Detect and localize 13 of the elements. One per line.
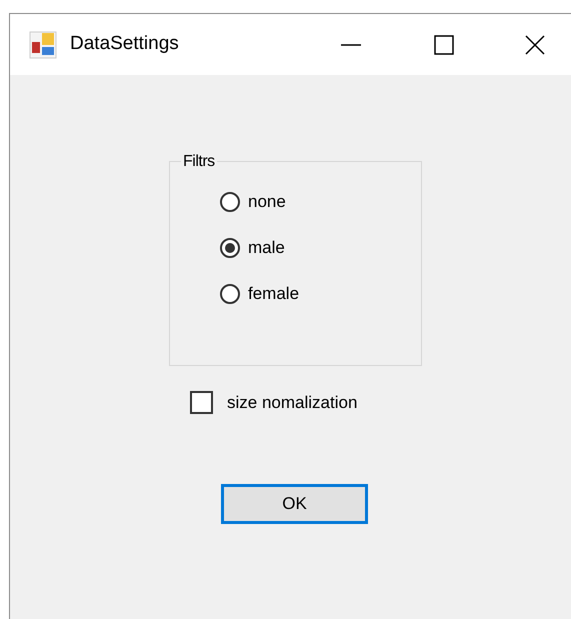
radio-button[interactable]: female xyxy=(220,280,300,308)
radio-icon[interactable] xyxy=(220,192,240,212)
ok-button[interactable]: OK xyxy=(221,484,368,524)
radio-icon[interactable] xyxy=(220,238,240,258)
checkbox-icon[interactable] xyxy=(190,391,213,414)
close-icon[interactable] xyxy=(525,34,545,54)
app-icon xyxy=(29,30,57,58)
size-normalization-checkbox[interactable]: size nomalization xyxy=(190,390,358,416)
maximize-icon[interactable] xyxy=(434,34,454,54)
radio-button[interactable]: male xyxy=(220,234,300,262)
radio-icon[interactable] xyxy=(220,284,240,304)
radio-button[interactable]: none xyxy=(220,188,300,216)
window-title: DataSettings xyxy=(70,32,179,56)
